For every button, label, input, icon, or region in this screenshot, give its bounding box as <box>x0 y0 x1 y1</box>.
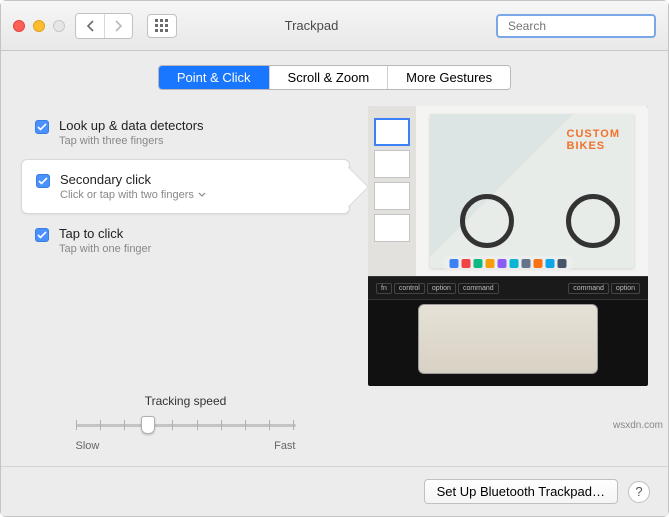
checkbox-tap-to-click[interactable] <box>35 228 49 242</box>
options-panel: Look up & data detectors Tap with three … <box>21 106 350 458</box>
gesture-preview: CUSTOMBIKES fn control option command co… <box>368 106 648 386</box>
preview-thumb <box>374 214 410 242</box>
search-input[interactable] <box>508 19 663 33</box>
traffic-lights <box>13 20 65 32</box>
checkbox-lookup[interactable] <box>35 120 49 134</box>
tab-bar: Point & Click Scroll & Zoom More Gesture… <box>1 65 668 90</box>
setup-bluetooth-button[interactable]: Set Up Bluetooth Trackpad… <box>424 479 618 504</box>
preview-trackpad <box>418 304 598 374</box>
option-lookup[interactable]: Look up & data detectors Tap with three … <box>21 106 350 159</box>
tracking-speed-section: Tracking speed Slow Fast <box>21 394 350 458</box>
close-window-button[interactable] <box>13 20 25 32</box>
slider-label: Tracking speed <box>21 394 350 408</box>
tracking-speed-slider[interactable] <box>76 414 296 436</box>
window-title: Trackpad <box>137 18 486 33</box>
preview-thumb <box>374 118 410 146</box>
option-title: Tap to click <box>59 226 151 241</box>
preview-headline: CUSTOMBIKES <box>567 128 620 152</box>
watermark: wsxdn.com <box>613 420 663 431</box>
preview-touchbar: fn control option command command option <box>368 276 648 300</box>
slider-knob[interactable] <box>141 416 155 434</box>
option-secondary-click[interactable]: Secondary click Click or tap with two fi… <box>21 159 350 214</box>
chevron-down-icon <box>198 191 206 199</box>
option-title: Look up & data detectors <box>59 118 204 133</box>
slider-min-label: Slow <box>76 440 100 452</box>
option-subtitle: Tap with three fingers <box>59 135 204 147</box>
nav-buttons <box>75 13 133 39</box>
option-title: Secondary click <box>60 172 206 187</box>
zoom-window-button[interactable] <box>53 20 65 32</box>
preview-thumb <box>374 182 410 210</box>
tab-scroll-zoom[interactable]: Scroll & Zoom <box>269 66 388 89</box>
preview-thumb <box>374 150 410 178</box>
back-button[interactable] <box>76 14 104 38</box>
tab-more-gestures[interactable]: More Gestures <box>387 66 510 89</box>
forward-button[interactable] <box>104 14 132 38</box>
option-subtitle: Tap with one finger <box>59 243 151 255</box>
option-tap-to-click[interactable]: Tap to click Tap with one finger <box>21 214 350 267</box>
checkbox-secondary-click[interactable] <box>36 174 50 188</box>
help-button[interactable]: ? <box>628 481 650 503</box>
preview-dock <box>444 256 573 271</box>
option-subtitle-dropdown[interactable]: Click or tap with two fingers <box>60 189 206 201</box>
minimize-window-button[interactable] <box>33 20 45 32</box>
slider-max-label: Fast <box>274 440 295 452</box>
titlebar: Trackpad <box>1 1 668 51</box>
tab-point-click[interactable]: Point & Click <box>159 66 269 89</box>
search-field[interactable] <box>496 14 656 38</box>
footer: Set Up Bluetooth Trackpad… ? <box>1 466 668 516</box>
